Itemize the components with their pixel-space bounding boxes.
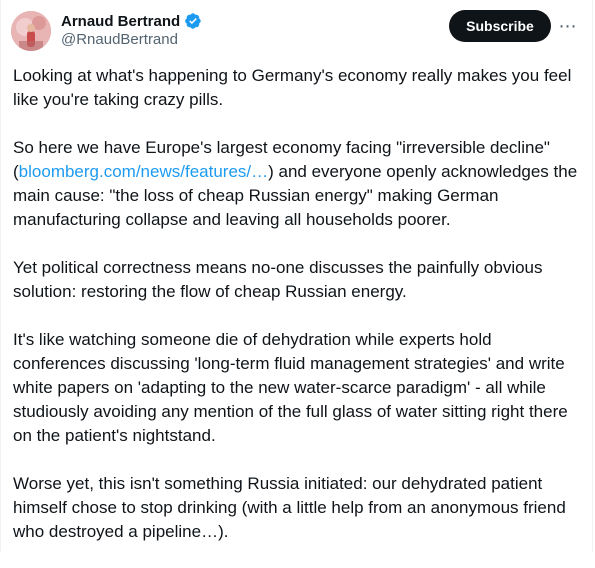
tweet-paragraph-1: Looking at what's happening to Germany's… [13,66,572,109]
author-name-row: Arnaud Bertrand [61,11,202,31]
bloomberg-link[interactable]: bloomberg.com/news/features/… [19,162,268,181]
verified-badge-icon[interactable] [184,12,202,30]
author-display-name[interactable]: Arnaud Bertrand [61,13,180,30]
author-handle[interactable]: @RnaudBertrand [61,31,178,48]
tweet-card: Arnaud Bertrand @RnaudBertrand Subscribe… [0,0,593,552]
tweet-paragraph-2: So here we have Europe's largest economy… [13,136,579,232]
avatar[interactable] [11,11,51,51]
tweet-text: Looking at what's happening to Germany's… [13,64,579,568]
tweet-paragraph-5: Worse yet, this isn't something Russia i… [13,474,566,541]
subscribe-button[interactable]: Subscribe [449,10,551,42]
tweet-paragraph-4: It's like watching someone die of dehydr… [13,330,568,445]
tweet-paragraph-3: Yet political correctness means no-one d… [13,258,543,301]
avatar-photo [11,11,51,51]
more-options-icon[interactable]: ⋯ [553,12,583,40]
